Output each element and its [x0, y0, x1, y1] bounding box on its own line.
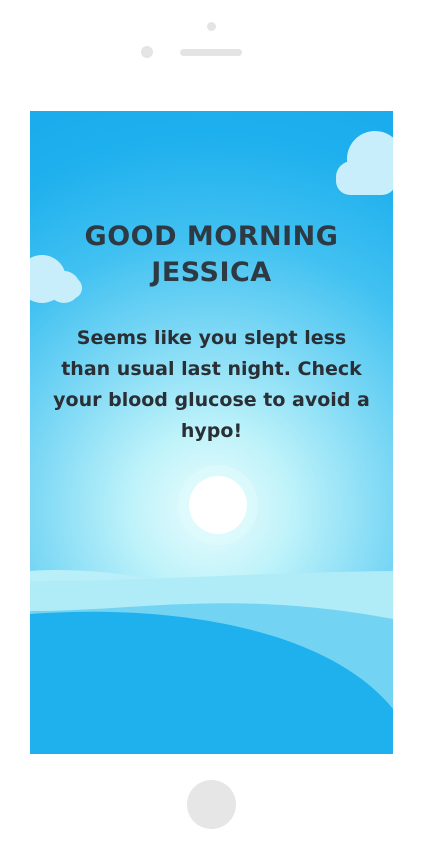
greeting-title: GOOD MORNING JESSICA	[30, 219, 393, 291]
home-button[interactable]	[187, 780, 236, 829]
cloud-icon	[336, 131, 393, 195]
phone-frame: GOOD MORNING JESSICA Seems like you slep…	[0, 0, 424, 856]
greeting-line-1: GOOD MORNING	[84, 221, 339, 252]
sleep-alert-message: Seems like you slept less than usual las…	[53, 327, 370, 442]
greeting-name: JESSICA	[151, 257, 272, 288]
app-screen: GOOD MORNING JESSICA Seems like you slep…	[30, 111, 393, 754]
earpiece-speaker	[180, 49, 242, 56]
front-camera	[207, 22, 216, 31]
sun-icon	[189, 476, 247, 534]
proximity-sensor	[141, 46, 153, 58]
